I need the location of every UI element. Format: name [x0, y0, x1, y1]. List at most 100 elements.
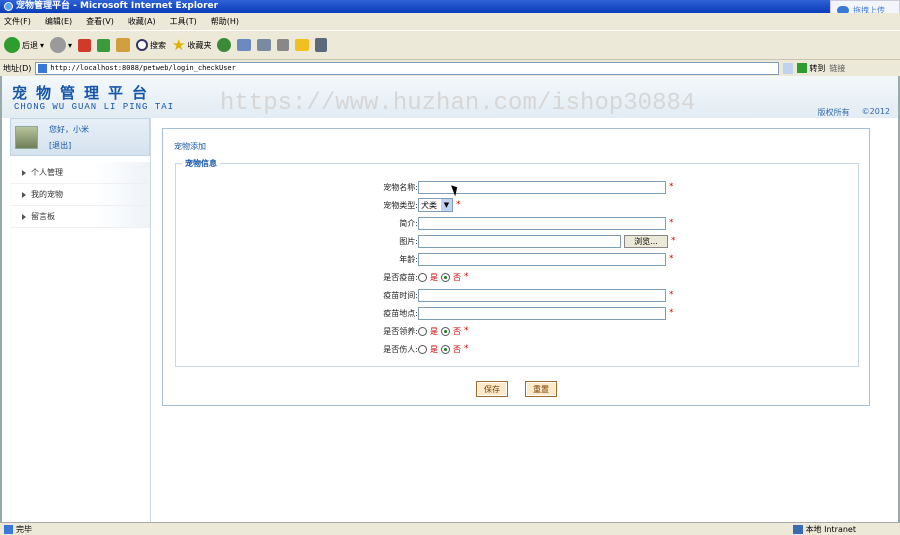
- messenger-icon[interactable]: [315, 38, 328, 52]
- copyright: 版权所有 ©2012: [818, 107, 890, 118]
- fieldset-legend: 宠物信息: [182, 158, 220, 169]
- row-age: 年龄: *: [176, 252, 860, 266]
- image-file-input[interactable]: [418, 234, 621, 248]
- required-mark: *: [464, 326, 469, 336]
- image-label: 图片:: [399, 236, 418, 246]
- star-icon: ★: [172, 36, 186, 54]
- vaccine-time-input[interactable]: [418, 288, 666, 302]
- required-mark: *: [464, 344, 469, 354]
- search-icon: [136, 39, 149, 51]
- row-vaccine-place: 疫苗地点: *: [176, 306, 860, 320]
- back-arrow-icon: [4, 37, 20, 53]
- logout-link[interactable]: [退出]: [49, 140, 71, 151]
- row-hurt: 是否伤人: 是 否 *: [176, 342, 860, 356]
- menu-favorites[interactable]: 收藏(A): [128, 16, 156, 27]
- address-bar: 地址(D) http://localhost:8088/petweb/login…: [0, 60, 900, 76]
- forward-button[interactable]: ▾: [50, 37, 72, 53]
- refresh-icon[interactable]: [97, 38, 111, 52]
- yes-label: 是: [430, 326, 438, 336]
- address-dropdown-icon[interactable]: [783, 62, 794, 74]
- chevron-down-icon: ▼: [441, 199, 452, 211]
- favorites-button[interactable]: ★ 收藏夹: [172, 36, 211, 54]
- required-mark: *: [669, 290, 674, 300]
- browse-button[interactable]: 浏览...: [624, 234, 668, 248]
- age-input[interactable]: [418, 252, 666, 266]
- type-label: 宠物类型:: [383, 200, 418, 210]
- sidebar-item-my-pets[interactable]: 我的宠物: [10, 184, 150, 206]
- vaccine-place-label: 疫苗地点:: [383, 308, 418, 318]
- required-mark: *: [669, 308, 674, 318]
- menu-help[interactable]: 帮助(H): [211, 16, 239, 27]
- intro-label: 简介:: [399, 218, 418, 228]
- row-intro: 简介: *: [176, 216, 860, 230]
- links-label[interactable]: 链接: [829, 63, 845, 74]
- reset-button[interactable]: 重置: [525, 381, 557, 397]
- sidebar-item-label: 留言板: [31, 212, 55, 221]
- menu-tools[interactable]: 工具(T): [170, 16, 197, 27]
- sidebar: 您好，小米 [退出] 个人管理 我的宠物 留言板: [10, 118, 151, 522]
- no-label: 否: [453, 326, 461, 336]
- search-button[interactable]: 搜索: [136, 39, 166, 51]
- row-name: 宠物名称: *: [176, 180, 860, 194]
- search-label: 搜索: [150, 40, 167, 50]
- pet-type-select[interactable]: 犬类 ▼: [418, 198, 453, 212]
- copyright-text: 版权所有: [817, 108, 850, 117]
- sidebar-item-label: 我的宠物: [31, 190, 63, 199]
- sidebar-item-personal[interactable]: 个人管理: [10, 162, 150, 184]
- security-zone: 本地 Intranet: [792, 524, 856, 535]
- home-icon[interactable]: [116, 38, 131, 52]
- pet-info-fieldset: 宠物信息 宠物名称: * 宠物类型: 犬类 ▼ * 简介: * 图片: 浏览... *…: [175, 158, 860, 367]
- print-icon[interactable]: [257, 39, 272, 51]
- window-title: 宠物管理平台 - Microsoft Internet Explorer: [16, 1, 219, 11]
- address-input[interactable]: http://localhost:8088/petweb/login_check…: [35, 61, 780, 75]
- history-icon[interactable]: [217, 38, 232, 52]
- adopt-no-radio[interactable]: [441, 326, 450, 336]
- status-bar: 完毕 本地 Intranet: [0, 522, 900, 535]
- go-label: 转到: [809, 63, 826, 73]
- row-vaccine: 是否疫苗: 是 否 *: [176, 270, 860, 284]
- yes-label: 是: [430, 272, 438, 282]
- sidebar-item-messages[interactable]: 留言板: [10, 206, 150, 228]
- intro-input[interactable]: [418, 216, 666, 230]
- vaccine-no-radio[interactable]: [441, 272, 450, 282]
- vaccine-place-input[interactable]: [418, 306, 666, 320]
- stop-icon[interactable]: [78, 38, 92, 52]
- site-title: 宠物管理平台: [12, 84, 157, 102]
- triangle-right-icon: [22, 213, 26, 220]
- menu-file[interactable]: 文件(F): [4, 16, 31, 27]
- hurt-no-radio[interactable]: [441, 344, 450, 354]
- hurt-yes-radio[interactable]: [418, 344, 427, 354]
- ie-icon: [4, 2, 13, 11]
- required-mark: *: [669, 182, 674, 192]
- yes-label: 是: [430, 344, 438, 354]
- sidebar-nav: 个人管理 我的宠物 留言板: [10, 162, 150, 228]
- address-label: 地址(D): [3, 63, 32, 73]
- breadcrumb: 宠物添加: [174, 142, 206, 151]
- required-mark: *: [669, 218, 674, 228]
- save-button[interactable]: 保存: [476, 381, 508, 397]
- adopt-yes-radio[interactable]: [418, 326, 427, 336]
- menu-view[interactable]: 查看(V): [86, 16, 114, 27]
- avatar: [15, 126, 38, 149]
- user-box: 您好，小米 [退出]: [10, 118, 150, 156]
- folder-icon[interactable]: [295, 39, 310, 51]
- row-image: 图片: 浏览... *: [176, 234, 860, 248]
- mail-icon[interactable]: [237, 39, 252, 51]
- favorites-label: 收藏夹: [187, 40, 212, 50]
- vaccine-time-label: 疫苗时间:: [383, 290, 418, 300]
- site-subtitle: CHONG WU GUAN LI PING TAI: [14, 102, 175, 112]
- triangle-right-icon: [22, 169, 26, 176]
- menu-edit[interactable]: 编辑(E): [45, 16, 72, 27]
- menu-bar: 文件(F) 编辑(E) 查看(V) 收藏(A) 工具(T) 帮助(H): [0, 13, 900, 30]
- edit-icon[interactable]: [277, 39, 290, 51]
- back-button[interactable]: 后退 ▾: [4, 37, 44, 53]
- row-type: 宠物类型: 犬类 ▼ *: [176, 198, 860, 212]
- user-greeting: 您好，小米: [49, 125, 89, 134]
- go-button[interactable]: 转到: [797, 63, 825, 74]
- row-vaccine-time: 疫苗时间: *: [176, 288, 860, 302]
- adopt-label: 是否领养:: [383, 326, 418, 336]
- done-icon: [4, 524, 13, 534]
- age-label: 年龄:: [399, 254, 418, 264]
- status-text: 完毕: [16, 524, 32, 534]
- vaccine-yes-radio[interactable]: [418, 272, 427, 282]
